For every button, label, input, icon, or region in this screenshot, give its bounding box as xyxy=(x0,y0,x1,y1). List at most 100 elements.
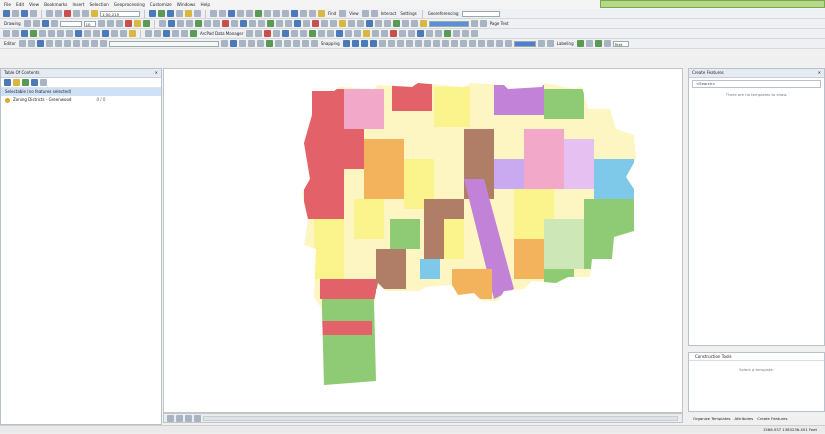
text-icon[interactable] xyxy=(50,20,58,27)
tool-icon[interactable] xyxy=(203,20,211,27)
tool-icon[interactable] xyxy=(435,30,443,37)
zone-parcel-residential[interactable] xyxy=(444,219,464,259)
zone-parcel-lavender[interactable] xyxy=(564,139,594,189)
menu-help[interactable]: Help xyxy=(200,2,210,7)
tool-icon[interactable] xyxy=(410,20,418,27)
line-color-icon[interactable] xyxy=(142,20,150,27)
tool-icon[interactable] xyxy=(441,40,449,47)
straight-segment-icon[interactable] xyxy=(36,40,44,47)
hyperlink-icon[interactable] xyxy=(129,30,136,37)
point-snapping-icon[interactable] xyxy=(342,40,350,47)
tool-icon[interactable] xyxy=(63,40,71,47)
zone-parcel-purple[interactable] xyxy=(494,85,544,115)
clear-selection-icon[interactable] xyxy=(84,30,91,37)
select-elements-icon[interactable] xyxy=(23,20,31,27)
fixed-zoom-in-icon[interactable] xyxy=(39,30,46,37)
tool-icon[interactable] xyxy=(417,30,425,37)
horizontal-scrollbar[interactable] xyxy=(203,415,678,421)
tool-icon[interactable] xyxy=(399,30,407,37)
zone-parcel-green[interactable] xyxy=(544,269,574,289)
tool-icon[interactable] xyxy=(72,40,80,47)
tool-icon[interactable] xyxy=(300,10,307,17)
tool-icon[interactable] xyxy=(390,30,398,37)
rectangle-icon[interactable] xyxy=(41,20,49,27)
tool-icon[interactable] xyxy=(172,30,179,37)
zone-parcel-orange[interactable] xyxy=(452,269,492,299)
tool-icon[interactable] xyxy=(426,30,434,37)
tool-icon[interactable] xyxy=(247,40,255,47)
tool-icon[interactable] xyxy=(210,10,217,17)
zone-parcel-commercial[interactable] xyxy=(322,321,372,335)
back-extent-icon[interactable] xyxy=(57,30,64,37)
labeling-label[interactable]: Labeling xyxy=(556,41,575,46)
tool-icon[interactable] xyxy=(423,40,431,47)
menu-bookmarks[interactable]: Bookmarks xyxy=(44,2,67,7)
find-icon[interactable] xyxy=(111,30,118,37)
tool-icon[interactable] xyxy=(361,10,369,17)
tool-icon[interactable] xyxy=(585,40,593,47)
tool-icon[interactable] xyxy=(401,20,409,27)
tool-icon[interactable] xyxy=(99,40,107,47)
tool-icon[interactable] xyxy=(450,40,458,47)
forward-extent-icon[interactable] xyxy=(66,30,73,37)
menu-insert[interactable]: Insert xyxy=(72,2,84,7)
tool-icon[interactable] xyxy=(248,20,256,27)
font-color-icon[interactable] xyxy=(124,20,132,27)
tool-icon[interactable] xyxy=(309,30,317,37)
tool-icon[interactable] xyxy=(273,30,281,37)
menu-customize[interactable]: Customize xyxy=(150,2,172,7)
select-elements-icon[interactable] xyxy=(93,30,100,37)
identify-icon[interactable] xyxy=(102,30,109,37)
color-ramp-field[interactable] xyxy=(428,20,469,27)
color-field[interactable] xyxy=(513,40,536,47)
table-of-contents-icon[interactable] xyxy=(158,10,165,17)
editor-toolbar-icon[interactable] xyxy=(149,10,156,17)
tool-icon[interactable] xyxy=(81,40,89,47)
tool-icon[interactable] xyxy=(468,40,476,47)
measure-icon[interactable] xyxy=(120,30,127,37)
zone-parcel-residential[interactable] xyxy=(434,87,470,127)
view-label[interactable]: View xyxy=(348,11,360,16)
create-features-tab[interactable]: Create Features xyxy=(757,416,787,421)
tool-icon[interactable] xyxy=(282,30,290,37)
font-size-field[interactable]: 10 xyxy=(83,20,96,27)
tool-icon[interactable] xyxy=(504,40,512,47)
tool-icon[interactable] xyxy=(453,30,461,37)
tool-icon[interactable] xyxy=(246,10,253,17)
redo-icon[interactable] xyxy=(82,10,89,17)
tool-icon[interactable] xyxy=(181,30,188,37)
tool-icon[interactable] xyxy=(237,10,244,17)
zone-parcel-pink[interactable] xyxy=(524,129,564,189)
tool-icon[interactable] xyxy=(221,20,229,27)
full-extent-icon[interactable] xyxy=(30,30,37,37)
tool-icon[interactable] xyxy=(336,30,344,37)
tool-icon[interactable] xyxy=(163,30,170,37)
snapping-label[interactable]: Snapping xyxy=(320,41,341,46)
zone-parcel-orange[interactable] xyxy=(364,139,404,199)
close-icon[interactable]: ✕ xyxy=(155,69,158,77)
tool-icon[interactable] xyxy=(477,40,485,47)
zone-parcel-blue[interactable] xyxy=(594,159,634,199)
zone-parcel-orange[interactable] xyxy=(514,239,544,279)
vertex-snapping-icon[interactable] xyxy=(360,40,368,47)
tool-icon[interactable] xyxy=(246,30,254,37)
tool-icon[interactable] xyxy=(594,40,602,47)
tool-icon[interactable] xyxy=(537,40,545,47)
tool-icon[interactable] xyxy=(370,10,378,17)
close-icon[interactable]: ✕ xyxy=(818,69,821,77)
tool-icon[interactable] xyxy=(264,30,272,37)
zone-parcel-light-green[interactable] xyxy=(544,219,584,269)
georeferencing-label[interactable]: Georeferencing xyxy=(427,11,460,16)
tool-icon[interactable] xyxy=(291,30,299,37)
menu-edit[interactable]: Edit xyxy=(16,2,24,7)
zoning-map[interactable] xyxy=(164,69,683,413)
zone-parcel-lavender[interactable] xyxy=(494,159,524,189)
catalog-icon[interactable] xyxy=(167,10,174,17)
tool-icon[interactable] xyxy=(339,10,347,17)
tool-icon[interactable] xyxy=(275,20,283,27)
tool-icon[interactable] xyxy=(365,20,373,27)
tool-icon[interactable] xyxy=(546,40,554,47)
zoom-in-icon[interactable] xyxy=(3,30,10,37)
layout-view-icon[interactable] xyxy=(176,414,183,422)
list-by-source-icon[interactable] xyxy=(13,79,20,86)
